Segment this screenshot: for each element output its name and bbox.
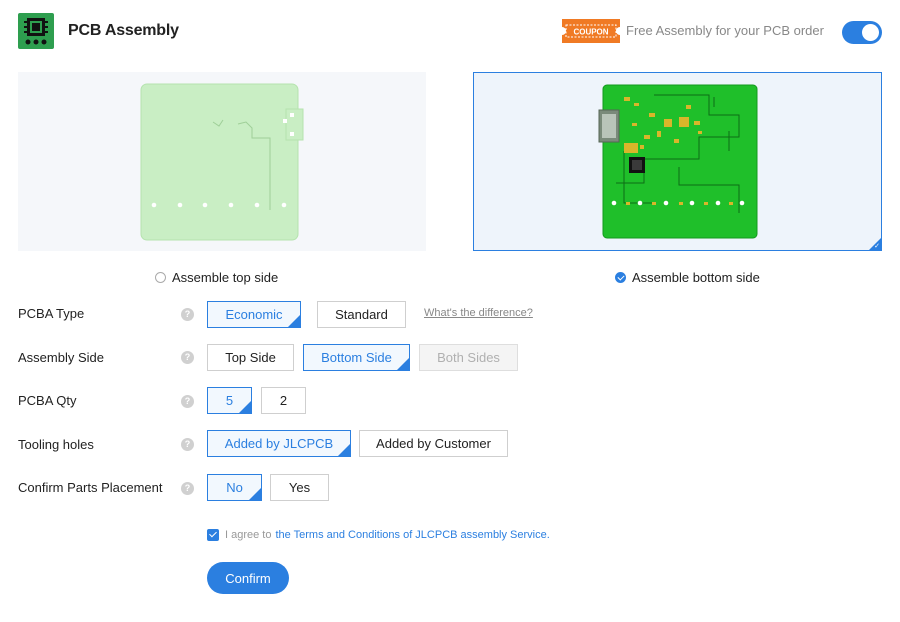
- terms-agreement: I agree to the Terms and Conditions of J…: [207, 529, 550, 541]
- selected-corner-marker: [239, 401, 251, 413]
- assembly-side-top-option[interactable]: Top Side: [207, 344, 294, 371]
- option-label: No: [226, 480, 243, 495]
- pcba-qty-option-5[interactable]: 5: [207, 387, 252, 414]
- tooling-holes-customer-option[interactable]: Added by Customer: [359, 430, 508, 457]
- terms-link[interactable]: the Terms and Conditions of JLCPCB assem…: [275, 529, 549, 541]
- assembly-side-label: Assembly Side: [18, 350, 104, 365]
- agree-prefix-text: I agree to: [225, 529, 272, 541]
- pcba-type-economic-option[interactable]: Economic: [207, 301, 301, 328]
- option-label: Added by Customer: [376, 436, 491, 451]
- question-circle-icon[interactable]: ?: [181, 351, 194, 364]
- confirm-parts-no-option[interactable]: No: [207, 474, 262, 501]
- selected-corner-marker: [338, 444, 350, 456]
- selected-corner-marker: [249, 488, 261, 500]
- option-label: Economic: [225, 307, 283, 322]
- assembly-side-both-option: Both Sides: [419, 344, 518, 371]
- toggle-knob: [862, 24, 879, 41]
- pcb-bottom-image: [598, 84, 758, 239]
- question-circle-icon[interactable]: ?: [181, 395, 194, 408]
- option-label: 2: [279, 393, 288, 408]
- option-label: Bottom Side: [321, 350, 392, 365]
- pcb-top-image: [140, 83, 304, 241]
- confirm-button[interactable]: Confirm: [207, 562, 289, 594]
- assemble-bottom-side-label: Assemble bottom side: [632, 270, 760, 285]
- terms-checkbox[interactable]: [207, 529, 219, 541]
- option-label: Yes: [288, 480, 311, 495]
- confirm-parts-placement-label: Confirm Parts Placement: [18, 480, 163, 495]
- pcba-type-standard-option[interactable]: Standard: [317, 301, 406, 328]
- selected-corner-marker: [397, 358, 409, 370]
- page-title: PCB Assembly: [68, 22, 179, 39]
- assemble-bottom-side-radio[interactable]: Assemble bottom side: [615, 270, 760, 285]
- option-label: Added by JLCPCB: [224, 436, 334, 451]
- question-circle-icon[interactable]: ?: [181, 438, 194, 451]
- question-circle-icon[interactable]: ?: [181, 308, 194, 321]
- selected-corner-marker: [288, 315, 300, 327]
- confirm-parts-yes-option[interactable]: Yes: [270, 474, 329, 501]
- tooling-holes-label: Tooling holes: [18, 437, 94, 452]
- whats-the-difference-link[interactable]: What's the difference?: [424, 307, 533, 319]
- radio-unchecked-icon: [155, 272, 166, 283]
- pcba-qty-label: PCBA Qty: [18, 393, 77, 408]
- coupon-promo-text: Free Assembly for your PCB order: [626, 23, 824, 38]
- pcba-type-label: PCBA Type: [18, 306, 85, 321]
- top-side-preview[interactable]: [18, 72, 426, 251]
- pcba-qty-option-2[interactable]: 2: [261, 387, 306, 414]
- question-circle-icon[interactable]: ?: [181, 482, 194, 495]
- option-label: Standard: [335, 307, 388, 322]
- assembly-side-bottom-option[interactable]: Bottom Side: [303, 344, 410, 371]
- coupon-badge: COUPON: [562, 19, 620, 43]
- tooling-holes-jlcpcb-option[interactable]: Added by JLCPCB: [207, 430, 351, 457]
- check-icon: ✓: [874, 243, 880, 250]
- chip-logo-icon: [18, 13, 54, 49]
- option-label: Both Sides: [437, 350, 500, 365]
- assemble-top-side-radio[interactable]: Assemble top side: [155, 270, 278, 285]
- option-label: 5: [225, 393, 234, 408]
- bottom-side-preview[interactable]: ✓: [473, 72, 882, 251]
- radio-checked-icon: [615, 272, 626, 283]
- option-label: Top Side: [225, 350, 276, 365]
- coupon-badge-text: COUPON: [573, 28, 608, 37]
- assemble-top-side-label: Assemble top side: [172, 270, 279, 285]
- free-assembly-toggle[interactable]: [842, 21, 882, 44]
- header: PCB Assembly COUPON Free Assembly for yo…: [0, 0, 900, 60]
